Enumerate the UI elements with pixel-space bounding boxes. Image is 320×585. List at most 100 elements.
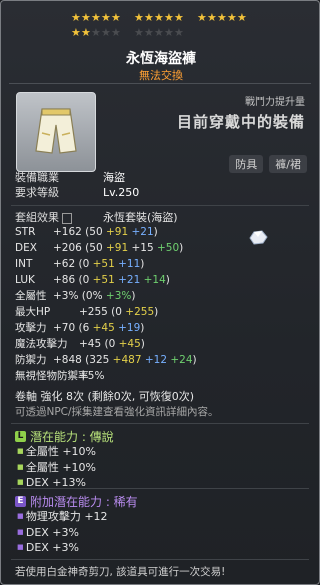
- stat-name: DEX: [15, 242, 37, 254]
- stat-value: +3% (0% +3%): [53, 290, 136, 302]
- untradable-label: 無法交換: [139, 69, 183, 82]
- bonus-potential-line: 物理攻擊力 +12: [17, 509, 108, 525]
- star-filled-icon: ★: [101, 11, 111, 24]
- star-empty-icon: ★: [134, 26, 144, 39]
- item-name: 永恆海盜褲: [126, 51, 196, 67]
- star-empty-icon: ★: [144, 26, 154, 39]
- level-row: 要求等級 Lv.250: [15, 185, 139, 200]
- stat-line: 無視怪物防禦率 +5%: [15, 368, 197, 384]
- star-group: ★ ★ ★ ★ ★: [134, 11, 184, 26]
- star-empty-icon: ★: [101, 26, 111, 39]
- stat-name: LUK: [15, 274, 35, 286]
- level-value: Lv.250: [103, 186, 140, 199]
- divider: [11, 205, 309, 206]
- stat-line: LUK +86 (0 +51 +21 +14): [15, 272, 197, 288]
- stat-name: 魔法攻擊力: [15, 338, 68, 350]
- enhance-info: 卷軸 強化 8次 (剩餘0次, 可恢復0次): [15, 390, 195, 403]
- stat-value: +62 (0 +51 +11): [53, 258, 145, 270]
- item-tooltip: ★ ★ ★ ★ ★ ★ ★ ★ ★ ★ ★ ★ ★ ★ ★ ★ ★ ★ ★ ★ ★ ★ ★ ★ ★ 永恆海盜褲 無法交換 戰鬥力…: [0, 0, 320, 585]
- potential-line: 全屬性 +10%: [17, 460, 96, 476]
- divider: [11, 488, 309, 489]
- star-group: ★ ★ ★ ★ ★: [71, 11, 121, 26]
- stat-line: 魔法攻擊力 +45 (0 +45): [15, 336, 197, 352]
- star-filled-icon: ★: [144, 11, 154, 24]
- pants-icon: [35, 108, 77, 154]
- star-filled-icon: ★: [81, 11, 91, 24]
- stat-value: +848 (325 +487 +12 +24): [53, 354, 197, 366]
- star-empty-icon: ★: [164, 26, 174, 39]
- item-icon-frame: [16, 92, 96, 172]
- rare-badge-icon: E: [15, 496, 26, 507]
- stat-line: 最大HP +255 (0 +255): [15, 304, 197, 320]
- stat-line: INT +62 (0 +51 +11): [15, 256, 197, 272]
- stat-value: +70 (6 +45 +19): [53, 322, 145, 334]
- job-label: 裝備職業: [15, 171, 59, 184]
- star-group: ★ ★ ★ ★ ★: [134, 26, 184, 41]
- star-empty-icon: ★: [111, 26, 121, 39]
- document-icon[interactable]: [62, 212, 72, 224]
- divider: [11, 423, 309, 424]
- star-empty-icon: ★: [174, 26, 184, 39]
- star-filled-icon: ★: [91, 11, 101, 24]
- stat-value: +162 (50 +91 +21): [53, 226, 158, 238]
- level-label: 要求等級: [15, 186, 59, 199]
- potential-label: 潛在能力 : 傳說: [30, 430, 114, 444]
- stat-value: +86 (0 +51 +21 +14): [53, 274, 170, 286]
- stat-line: STR +162 (50 +91 +21): [15, 224, 197, 240]
- enhance-hint: 可透過NPC/採集建查看強化資訊詳細內容。: [15, 406, 219, 418]
- currently-equipped-label: 目前穿戴中的裝備: [176, 113, 305, 131]
- item-category-tags: 防具 褲/裙: [229, 155, 307, 173]
- stat-value: +206 (50 +91 +15 +50): [53, 242, 184, 254]
- potential-lines: 全屬性 +10% 全屬性 +10% DEX +13%: [17, 444, 96, 491]
- footer-note: 若使用白金神奇剪刀, 該道具可進行一次交易!: [15, 566, 226, 578]
- divider: [11, 559, 309, 560]
- stat-value: +45 (0 +45): [79, 338, 145, 350]
- star-filled-icon: ★: [81, 26, 91, 39]
- star-filled-icon: ★: [71, 11, 81, 24]
- divider: [9, 83, 311, 84]
- bonus-potential-label: 附加潛在能力 : 稀有: [30, 495, 138, 509]
- star-group: ★ ★ ★ ★ ★: [197, 11, 247, 26]
- stat-name: 全屬性: [15, 290, 47, 302]
- crystal-icon: [249, 230, 268, 245]
- star-group: ★ ★ ★ ★ ★: [71, 26, 121, 41]
- stat-name: STR: [15, 226, 36, 238]
- bonus-potential-line: DEX +3%: [17, 540, 108, 556]
- set-effect-value: 永恆套裝(海盜): [103, 211, 178, 224]
- bonus-potential-line: DEX +3%: [17, 525, 108, 541]
- stat-name: 最大HP: [15, 306, 51, 318]
- potential-header: L 潛在能力 : 傳說: [15, 428, 114, 445]
- star-filled-icon: ★: [174, 11, 184, 24]
- stat-name: 攻擊力: [15, 322, 47, 334]
- star-empty-icon: ★: [91, 26, 101, 39]
- tag-pants: 褲/裙: [269, 155, 307, 173]
- set-effect-row[interactable]: 套組效果 永恆套裝(海盜): [15, 209, 178, 225]
- star-filled-icon: ★: [227, 11, 237, 24]
- stat-line: DEX +206 (50 +91 +15 +50): [15, 240, 197, 256]
- star-filled-icon: ★: [111, 11, 121, 24]
- star-filled-icon: ★: [154, 11, 164, 24]
- stat-list: STR +162 (50 +91 +21) DEX +206 (50 +91 +15 …: [15, 224, 197, 384]
- stat-line: 防禦力 +848 (325 +487 +12 +24): [15, 352, 197, 368]
- requirements: 裝備職業 海盜 要求等級 Lv.250: [15, 170, 139, 200]
- star-filled-icon: ★: [237, 11, 247, 24]
- star-filled-icon: ★: [134, 11, 144, 24]
- star-row: ★ ★ ★ ★ ★ ★ ★ ★ ★ ★ ★ ★ ★ ★ ★: [71, 11, 261, 26]
- star-filled-icon: ★: [164, 11, 174, 24]
- stat-name: 無視怪物防禦率: [15, 370, 89, 382]
- star-filled-icon: ★: [197, 11, 207, 24]
- job-value: 海盜: [103, 171, 125, 184]
- star-row: ★ ★ ★ ★ ★ ★ ★ ★ ★ ★: [71, 26, 261, 41]
- stat-value: +5%: [79, 370, 105, 382]
- tag-armor: 防具: [229, 155, 264, 173]
- legendary-badge-icon: L: [15, 431, 26, 442]
- stat-value: +255 (0 +255): [79, 306, 159, 318]
- job-row: 裝備職業 海盜: [15, 170, 139, 185]
- star-filled-icon: ★: [217, 11, 227, 24]
- stat-line: 全屬性 +3% (0% +3%): [15, 288, 197, 304]
- stat-name: INT: [15, 258, 33, 270]
- power-increase-label: 戰鬥力提升量: [245, 97, 305, 108]
- set-effect-label: 套組效果: [15, 209, 103, 225]
- star-filled-icon: ★: [207, 11, 217, 24]
- star-filled-icon: ★: [71, 26, 81, 39]
